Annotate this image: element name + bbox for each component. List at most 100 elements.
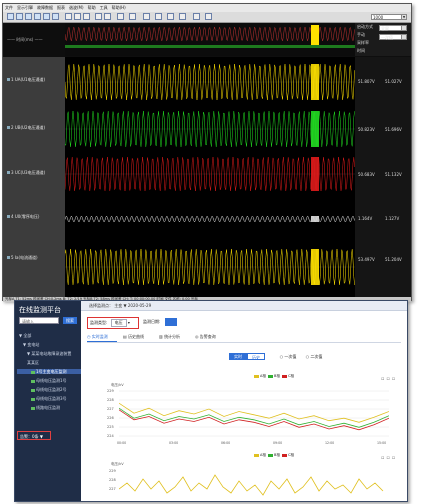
tab-history[interactable]: ▤ 历史曲线 (123, 332, 153, 341)
cursor-highlight (311, 64, 319, 100)
tree-item[interactable]: 某某区 (17, 360, 89, 365)
search-button[interactable]: 搜索 (63, 317, 77, 324)
main-panel: 选择监测点： 主变 ▼ 2020-05-29 监测类型: 电压 ▾ 监测日期: … (81, 301, 407, 501)
sample-rate-select[interactable]: 1000 ▼ (371, 14, 407, 20)
menu-item-help[interactable]: 帮助 (88, 5, 96, 11)
channel-1-value2: 51.027V (385, 79, 402, 84)
menu-item-report[interactable]: 报表 (57, 5, 65, 11)
pan-icon[interactable] (74, 13, 81, 20)
menu-item-fault-data[interactable]: 故障数据 (37, 5, 53, 11)
menu-item-display[interactable]: 显示引擎 (17, 5, 33, 11)
tree-item-label: 1号主变电压监测 (36, 369, 67, 374)
calendar-button[interactable] (165, 318, 177, 326)
cursor-highlight (311, 249, 319, 285)
chevron-down-icon: ▾ (127, 320, 130, 325)
value-type-select[interactable]: 一次值 ▼ (379, 34, 407, 40)
chart1-ytick: 226 (107, 416, 114, 420)
legend-label-c: C相 (288, 453, 295, 457)
harmonic-icon[interactable] (167, 13, 174, 20)
channel-label-5[interactable]: 5 Ia(电流通道) (7, 255, 63, 261)
save-icon[interactable] (16, 13, 23, 20)
tree-item[interactable]: ▼ 变电站 (17, 342, 85, 347)
cursor-highlight (311, 157, 319, 191)
menu-item-harmonic[interactable]: 谐波(M) (69, 5, 84, 11)
overview-cursor (311, 25, 319, 45)
menu-item-help2[interactable]: 帮助(H) (112, 5, 126, 11)
channel-icon (7, 256, 10, 259)
tab-realtime[interactable]: ◷ 实时监测 (87, 332, 117, 342)
chart2-ytick-0: 229 (109, 469, 116, 473)
chart1-ytick: 229 (107, 389, 114, 393)
primary-value-radio[interactable]: ○ 一次值 (277, 353, 299, 360)
cursor-icon[interactable] (65, 13, 72, 20)
device-icon (31, 370, 35, 374)
channel-label-1[interactable]: 1 UA(U1电压通道) (7, 77, 63, 83)
channel-label-4[interactable]: 4 U0(零序电压) (7, 214, 63, 220)
open-icon[interactable] (7, 13, 14, 20)
tree-item-label: ▼ 某某电站故障录波装置 (27, 351, 72, 356)
monitor-date-label: 监测日期: (143, 319, 161, 324)
top-bar: 选择监测点： 主变 ▼ 2020-05-29 (81, 301, 407, 311)
zoom-in-icon[interactable] (43, 13, 50, 20)
menu-item-file[interactable]: 文件 (5, 5, 13, 11)
tab-bar: ◷ 实时监测 ▤ 历史曲线 ▥ 统计分析 ◎ 告警查询 (87, 332, 401, 343)
legend-swatch-b (268, 374, 274, 378)
voltage-line-chart[interactable] (119, 389, 389, 439)
chevron-down-icon: ▼ (401, 35, 406, 39)
history-toggle[interactable]: 历史 (247, 353, 265, 360)
print-icon[interactable] (25, 13, 32, 20)
chart2-ytick-2: 227 (109, 487, 116, 491)
tab-alarms[interactable]: ◎ 告警查询 (195, 332, 225, 341)
chart2-tool-icons[interactable]: ▫▫▫ (381, 455, 397, 461)
secondary-value-radio[interactable]: ○ 二次值 (303, 353, 325, 360)
legend-label-a: A相 (260, 453, 266, 457)
tree-item[interactable]: ▼ 全部 (17, 333, 81, 338)
ratio-icon[interactable] (117, 13, 124, 20)
chart1-tool-icons[interactable]: ▫▫▫ (381, 376, 397, 382)
chart2-legend: A相 B相 C相 (253, 453, 294, 458)
tree-item[interactable]: ▼ 某某电站故障录波装置 (17, 351, 89, 356)
alarm-count-badge[interactable]: 告警：0条 ▼ (17, 431, 51, 440)
channel-icon[interactable] (143, 13, 150, 20)
search-input[interactable]: 请输入 (19, 317, 59, 324)
monitor-type-select[interactable]: 监测类型: 电压 ▾ (87, 317, 139, 329)
list-icon[interactable] (155, 13, 162, 20)
channel-3-value: 50.683V (358, 172, 375, 177)
menu-bar: 文件 显示引擎 故障数据 报表 谐波(M) 帮助 工具 帮助(H) (3, 4, 411, 12)
legend-swatch-c (282, 374, 288, 378)
zoom-out-icon[interactable] (52, 13, 59, 20)
tree-item-label: ▼ 变电站 (23, 342, 40, 347)
tree-item-label: 线路电压监测 (36, 405, 60, 410)
chart1-xtick: 12:00 (325, 441, 335, 445)
arrow-left-icon[interactable] (95, 13, 102, 20)
voltage-line-chart-2[interactable] (119, 469, 389, 499)
chevron-down-icon: ▼ (401, 15, 406, 19)
measure-icon[interactable] (83, 13, 90, 20)
legend-swatch-c (282, 453, 288, 457)
vector-icon[interactable] (179, 13, 186, 20)
tab-statistics[interactable]: ▥ 统计分析 (159, 332, 189, 341)
trigger-info-box: 启动方式 手动 采样率 时间 全屏 ▼ 一次值 ▼ (355, 23, 411, 56)
chart1-xtick: 00:00 (117, 441, 127, 445)
tree-item-label: 某某区 (27, 360, 39, 365)
time-label: 时间 (357, 48, 365, 53)
filter-row: 监测类型: 电压 ▾ 监测日期: (87, 317, 287, 329)
grid-icon[interactable] (34, 13, 41, 20)
help-icon[interactable] (205, 13, 212, 20)
settings-icon[interactable] (193, 13, 200, 20)
series-line-2 (119, 474, 384, 496)
realtime-toggle[interactable]: 实时 (229, 353, 247, 360)
channel-label-3[interactable]: 3 UC(U3电压通道) (7, 170, 63, 176)
legend-swatch-a (254, 453, 259, 457)
arrow-right-icon[interactable] (104, 13, 111, 20)
split-icon[interactable] (129, 13, 136, 20)
chevron-down-icon: ▼ (401, 26, 406, 30)
waveform-plot[interactable] (65, 57, 355, 297)
channel-icon (7, 78, 10, 81)
display-select[interactable]: 全屏 ▼ (379, 25, 407, 31)
channel-label-2[interactable]: 2 UB(U2电压通道) (7, 125, 63, 131)
channel-4-value: 1.164V (358, 216, 373, 221)
sample-rate-label: 采样率 (357, 40, 369, 45)
menu-item-tools[interactable]: 工具 (100, 5, 108, 11)
chart1-ytick: 227 (107, 407, 114, 411)
